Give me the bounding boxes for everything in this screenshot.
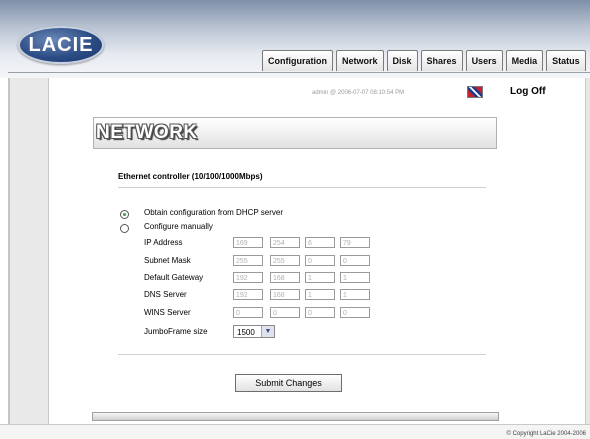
jumboframe-value: 1500 [237, 328, 255, 337]
wins-octet-4[interactable]: 0 [340, 307, 370, 318]
jumboframe-select[interactable]: 1500 ▼ [233, 325, 275, 338]
dns-octet-4[interactable]: 1 [340, 289, 370, 300]
ip-octet-1[interactable]: 169 [233, 237, 263, 248]
ip-octet-2[interactable]: 254 [270, 237, 300, 248]
header-divider [8, 72, 590, 73]
gateway-octet-2[interactable]: 168 [270, 272, 300, 283]
logo-text: LACIE [28, 34, 94, 56]
left-panel [8, 78, 49, 424]
dns-label: DNS Server [144, 290, 187, 299]
subnet-octet-2[interactable]: 255 [270, 255, 300, 266]
subnet-octet-1[interactable]: 255 [233, 255, 263, 266]
subnet-octet-3[interactable]: 0 [305, 255, 335, 266]
lacie-logo: LACIE [18, 26, 104, 64]
uk-flag-icon[interactable] [467, 86, 483, 98]
wins-octet-3[interactable]: 0 [305, 307, 335, 318]
subnet-octet-4[interactable]: 0 [340, 255, 370, 266]
chevron-down-icon[interactable]: ▼ [261, 326, 274, 337]
dns-octet-1[interactable]: 192 [233, 289, 263, 300]
dns-octet-2[interactable]: 168 [270, 289, 300, 300]
tab-status[interactable]: Status [546, 50, 586, 71]
tab-users[interactable]: Users [465, 50, 503, 71]
tab-network[interactable]: Network [336, 50, 384, 71]
left-panel-edge [8, 78, 10, 424]
dns-octet-3[interactable]: 1 [305, 289, 335, 300]
right-panel-edge [585, 78, 590, 424]
main-tabs: Configuration Network Disk Shares Users … [262, 50, 586, 72]
ip-octet-3[interactable]: 6 [305, 237, 335, 248]
subnet-mask-label: Subnet Mask [144, 256, 191, 265]
tab-shares[interactable]: Shares [420, 50, 463, 71]
gateway-octet-1[interactable]: 192 [233, 272, 263, 283]
log-off-link[interactable]: Log Off [510, 86, 546, 97]
ip-address-label: IP Address [144, 238, 183, 247]
manual-radio[interactable] [120, 224, 129, 233]
page-title-box: NETWORK [93, 117, 497, 149]
ip-octet-4[interactable]: 79 [340, 237, 370, 248]
dhcp-label: Obtain configuration from DHCP server [144, 208, 284, 217]
wins-octet-1[interactable]: 0 [233, 307, 263, 318]
gateway-octet-3[interactable]: 1 [305, 272, 335, 283]
tab-media[interactable]: Media [505, 50, 544, 71]
tab-configuration[interactable]: Configuration [262, 50, 333, 71]
tab-disk[interactable]: Disk [386, 50, 418, 71]
section-divider-bottom [118, 354, 486, 355]
section-divider-top [118, 187, 486, 188]
dhcp-radio[interactable] [120, 210, 129, 219]
footer-bar [0, 424, 590, 439]
session-info: admin @ 2006-07-07 08:10:54 PM [312, 90, 405, 96]
wins-octet-2[interactable]: 0 [270, 307, 300, 318]
page-title: NETWORK [96, 122, 198, 143]
copyright-text: © Copyright LaCie 2004-2006 [506, 431, 586, 437]
bottom-panel-bar [92, 412, 499, 421]
submit-changes-button[interactable]: Submit Changes [235, 374, 342, 392]
wins-label: WINS Server [144, 308, 191, 317]
section-title: Ethernet controller (10/100/1000Mbps) [118, 172, 263, 181]
gateway-label: Default Gateway [144, 273, 204, 282]
jumboframe-label: JumboFrame size [144, 327, 208, 336]
manual-label: Configure manually [144, 222, 213, 231]
gateway-octet-4[interactable]: 1 [340, 272, 370, 283]
